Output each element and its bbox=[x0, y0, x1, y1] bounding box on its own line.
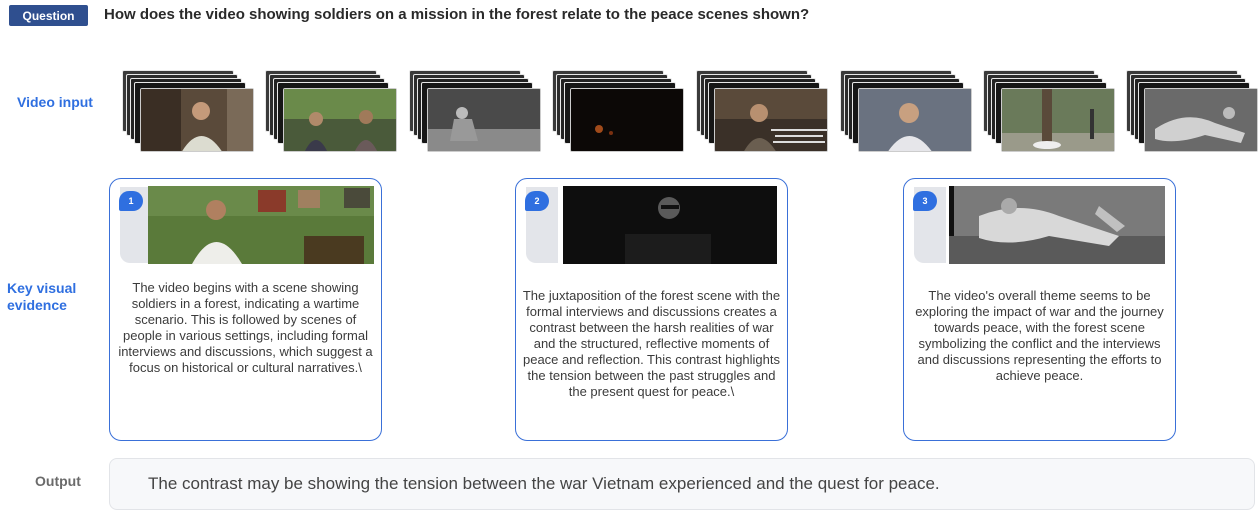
evidence-number-badge: 1 bbox=[119, 191, 143, 211]
evidence-number-badge: 3 bbox=[913, 191, 937, 211]
question-text: How does the video showing soldiers on a… bbox=[104, 6, 810, 23]
video-frame-thumbnail bbox=[714, 88, 828, 152]
video-frame-stack-5 bbox=[696, 70, 828, 152]
video-frame-thumbnail bbox=[1144, 88, 1258, 152]
video-frame-stack-1 bbox=[122, 70, 254, 152]
evidence-card-1: 1 The video begins with a scene showing … bbox=[109, 178, 382, 441]
video-frame-thumbnail bbox=[427, 88, 541, 152]
video-frame-stack-3 bbox=[409, 70, 541, 152]
video-frame-thumbnail bbox=[1001, 88, 1115, 152]
video-frame-stack-2 bbox=[265, 70, 397, 152]
evidence-card-3: 3 The video's overall theme seems to be … bbox=[903, 178, 1176, 441]
evidence-number-badge: 2 bbox=[525, 191, 549, 211]
evidence-text: The juxtaposition of the forest scene wi… bbox=[522, 288, 781, 399]
evidence-card-2: 2 The juxtaposition of the forest scene … bbox=[515, 178, 788, 441]
video-input-label: Video input bbox=[17, 94, 93, 110]
evidence-image bbox=[148, 186, 374, 264]
evidence-text: The video's overall theme seems to be ex… bbox=[915, 288, 1164, 383]
evidence-image bbox=[949, 186, 1165, 264]
evidence-image bbox=[563, 186, 777, 264]
video-frame-thumbnail bbox=[570, 88, 684, 152]
video-frame-thumbnail bbox=[283, 88, 397, 152]
question-badge: Question bbox=[9, 5, 88, 26]
evidence-text: The video begins with a scene showing so… bbox=[118, 280, 373, 375]
video-frame-thumbnail bbox=[858, 88, 972, 152]
key-visual-evidence-label: Key visual evidence bbox=[7, 280, 77, 313]
video-frame-stack-6 bbox=[840, 70, 972, 152]
video-frame-stack-8 bbox=[1126, 70, 1258, 152]
output-label: Output bbox=[35, 473, 81, 489]
output-text: The contrast may be showing the tension … bbox=[148, 474, 940, 493]
video-frame-thumbnail bbox=[140, 88, 254, 152]
video-frame-stack-4 bbox=[552, 70, 684, 152]
output-box: The contrast may be showing the tension … bbox=[109, 458, 1255, 510]
video-frame-stack-7 bbox=[983, 70, 1115, 152]
